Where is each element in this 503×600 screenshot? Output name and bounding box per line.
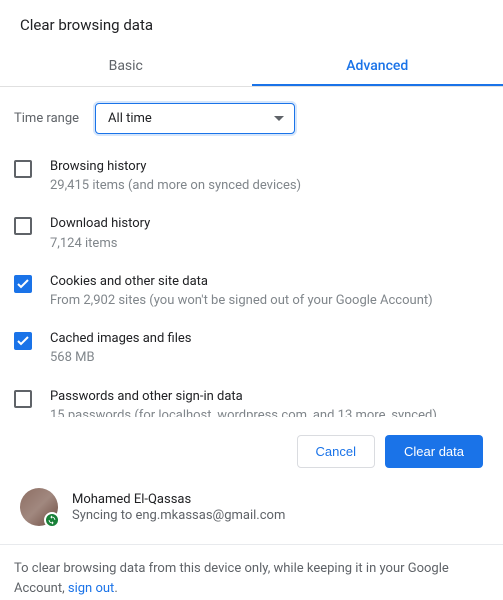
dialog-actions: Cancel Clear data xyxy=(0,417,503,482)
chevron-down-icon xyxy=(274,116,284,122)
avatar xyxy=(20,488,58,526)
tab-basic[interactable]: Basic xyxy=(0,46,252,86)
item-label: Download history xyxy=(50,215,150,233)
item-detail: 15 passwords (for localhost, wordpress.c… xyxy=(50,407,437,417)
time-range-select[interactable]: All time xyxy=(95,103,295,134)
item-text: Cookies and other site dataFrom 2,902 si… xyxy=(50,273,433,310)
list-item: Passwords and other sign-in data15 passw… xyxy=(14,378,497,418)
item-label: Cookies and other site data xyxy=(50,273,433,291)
checkbox[interactable] xyxy=(14,160,32,178)
item-text: Passwords and other sign-in data15 passw… xyxy=(50,388,437,418)
account-row: Mohamed El-Qassas Syncing to eng.mkassas… xyxy=(0,482,503,544)
tab-advanced[interactable]: Advanced xyxy=(252,46,503,86)
list-item: Browsing history29,415 items (and more o… xyxy=(14,148,497,205)
account-sync-status: Syncing to eng.mkassas@gmail.com xyxy=(72,508,285,523)
item-detail: From 2,902 sites (you won't be signed ou… xyxy=(50,292,433,310)
options-list: Browsing history29,415 items (and more o… xyxy=(0,148,503,417)
clear-data-button[interactable]: Clear data xyxy=(385,435,483,468)
item-text: Browsing history29,415 items (and more o… xyxy=(50,158,301,195)
cancel-button[interactable]: Cancel xyxy=(297,435,375,468)
footer-after: . xyxy=(114,581,117,596)
item-detail: 568 MB xyxy=(50,349,191,367)
sign-out-link[interactable]: sign out xyxy=(68,581,114,596)
options-scroll[interactable]: Time range All time Browsing history29,4… xyxy=(0,87,503,417)
time-range-row: Time range All time xyxy=(0,87,503,148)
time-range-label: Time range xyxy=(14,111,79,126)
account-name: Mohamed El-Qassas xyxy=(72,492,285,507)
time-range-value: All time xyxy=(108,111,152,126)
item-label: Cached images and files xyxy=(50,330,191,348)
item-detail: 29,415 items (and more on synced devices… xyxy=(50,177,301,195)
item-text: Download history 7,124 items xyxy=(50,215,150,252)
item-text: Cached images and files568 MB xyxy=(50,330,191,367)
checkbox[interactable] xyxy=(14,332,32,350)
account-text: Mohamed El-Qassas Syncing to eng.mkassas… xyxy=(72,492,285,523)
tabs: Basic Advanced xyxy=(0,46,503,87)
list-item: Cookies and other site dataFrom 2,902 si… xyxy=(14,263,497,320)
list-item: Cached images and files568 MB xyxy=(14,320,497,377)
checkbox[interactable] xyxy=(14,390,32,408)
item-detail: 7,124 items xyxy=(50,235,150,253)
checkbox[interactable] xyxy=(14,275,32,293)
footer-note: To clear browsing data from this device … xyxy=(0,544,503,598)
dialog-title: Clear browsing data xyxy=(0,0,503,46)
sync-icon xyxy=(44,512,60,528)
checkbox[interactable] xyxy=(14,217,32,235)
item-label: Passwords and other sign-in data xyxy=(50,388,437,406)
list-item: Download history 7,124 items xyxy=(14,205,497,262)
item-label: Browsing history xyxy=(50,158,301,176)
